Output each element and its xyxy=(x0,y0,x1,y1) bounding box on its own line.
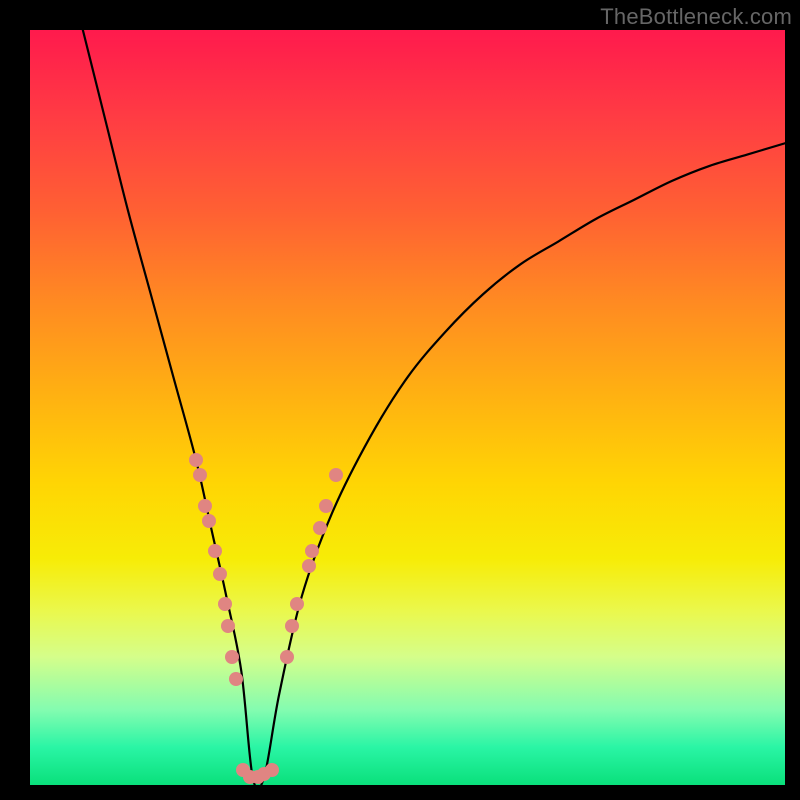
gradient-background xyxy=(30,30,785,785)
attribution-text: TheBottleneck.com xyxy=(600,4,792,30)
chart-frame: TheBottleneck.com xyxy=(0,0,800,800)
plot-area xyxy=(30,30,785,785)
